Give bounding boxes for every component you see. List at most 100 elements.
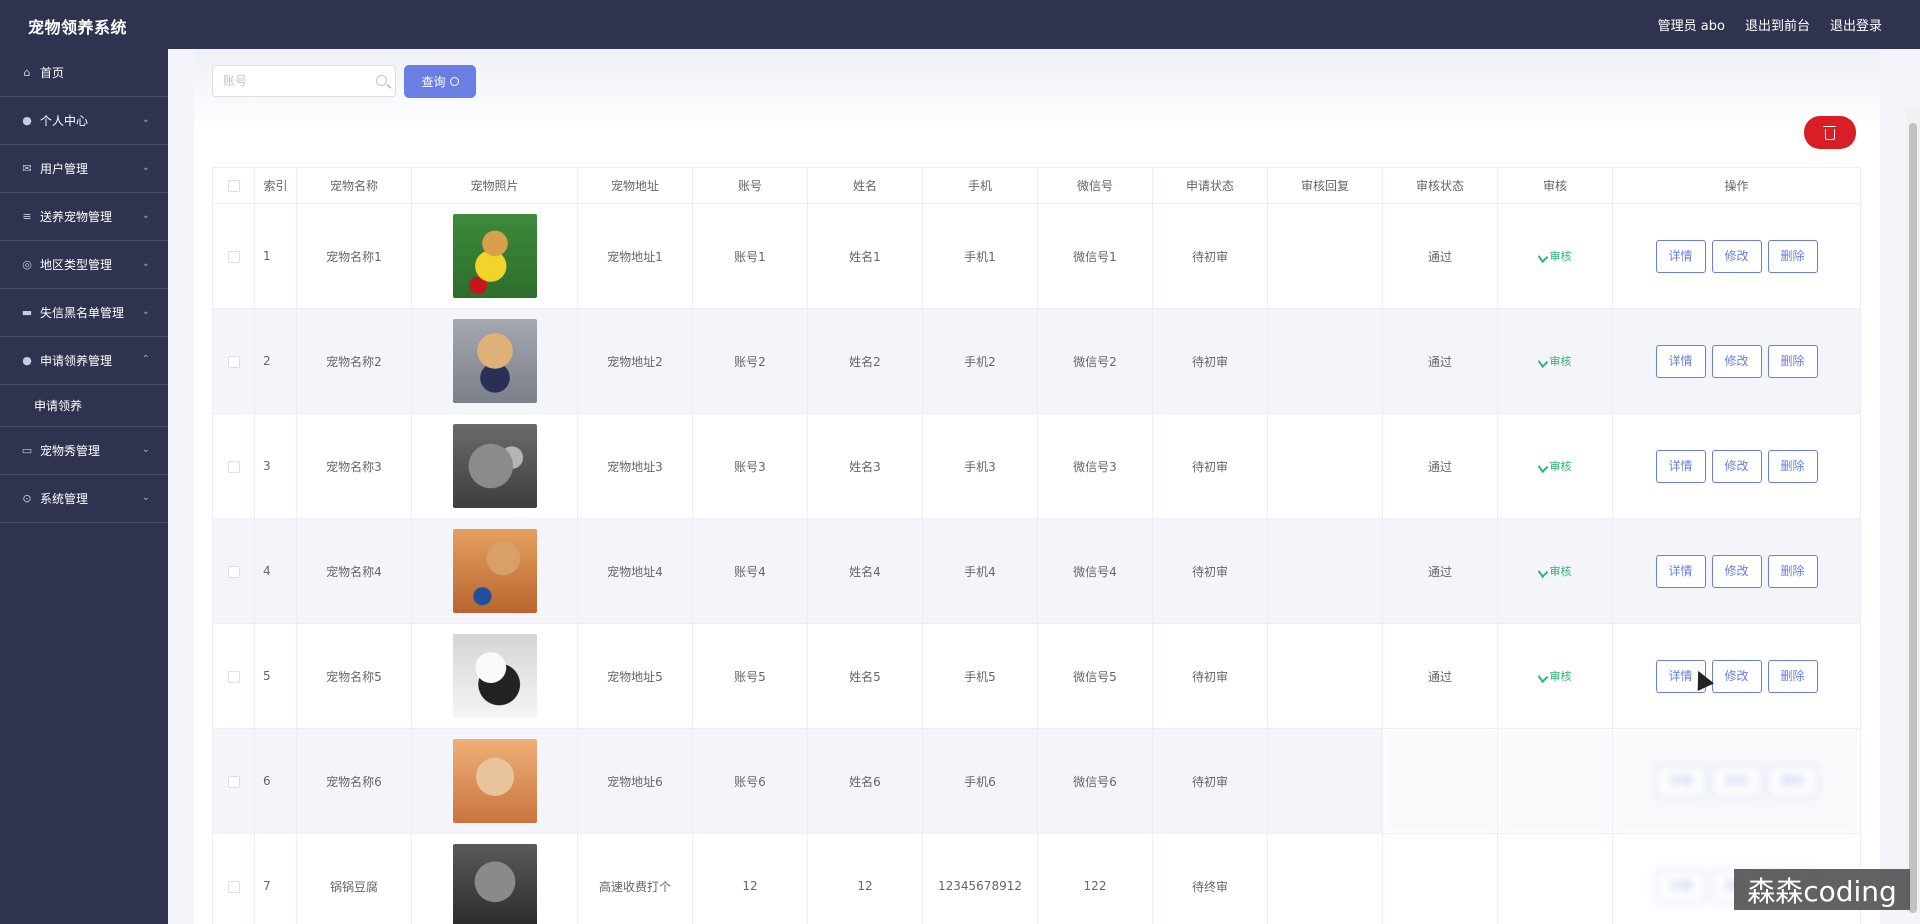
sidebar-item-blacklist[interactable]: ▬ 失信黑名单管理 ⌄ bbox=[0, 289, 168, 337]
delete-button[interactable]: 删除 bbox=[1767, 344, 1818, 378]
sidebar-item-label: 申请领养管理 bbox=[40, 354, 113, 368]
edit-button[interactable]: 修改 bbox=[1711, 239, 1762, 273]
home-icon: ⌂ bbox=[23, 65, 31, 79]
cell-index: 2 bbox=[254, 308, 297, 414]
audit-link[interactable]: 审核 bbox=[1537, 670, 1572, 684]
audit-link[interactable]: 审核 bbox=[1537, 355, 1572, 369]
cell-audit-status: 通过 bbox=[1382, 203, 1498, 309]
sidebar-item-personal[interactable]: ● 个人中心 ⌄ bbox=[0, 97, 168, 145]
detail-button[interactable]: 详情 bbox=[1655, 764, 1706, 798]
cell-pet-name: 宠物名称3 bbox=[296, 413, 412, 519]
row-checkbox[interactable] bbox=[227, 565, 240, 578]
delete-button[interactable]: 删除 bbox=[1767, 554, 1818, 588]
row-checkbox[interactable] bbox=[227, 460, 240, 473]
edit-pen-icon bbox=[1537, 250, 1548, 264]
to-front-link[interactable]: 退出到前台 bbox=[1745, 15, 1810, 34]
delete-button[interactable]: 删除 bbox=[1767, 659, 1818, 693]
table-row: 4 宠物名称4 宠物地址4 账号4 姓名4 手机4 微信号4 待初审 通过 审核 详情 修改 删除 bbox=[212, 518, 1861, 624]
row-checkbox[interactable] bbox=[227, 670, 240, 683]
cell-pet-photo bbox=[411, 413, 578, 519]
audit-link[interactable]: 审核 bbox=[1537, 460, 1572, 474]
cell-pet-photo bbox=[411, 308, 578, 414]
delete-button[interactable]: 删除 bbox=[1767, 764, 1818, 798]
cell-account: 账号4 bbox=[692, 518, 808, 624]
row-checkbox[interactable] bbox=[227, 775, 240, 788]
delete-button[interactable]: 删除 bbox=[1767, 239, 1818, 273]
header-checkbox-cell[interactable] bbox=[212, 167, 255, 204]
column-header: 账号 bbox=[692, 167, 808, 204]
scrollbar-thumb[interactable] bbox=[1909, 123, 1917, 913]
batch-delete-button[interactable] bbox=[1804, 116, 1856, 149]
detail-button[interactable]: 详情 bbox=[1655, 449, 1706, 483]
sidebar-subitem-apply-adoption[interactable]: 申请领养 bbox=[0, 385, 168, 427]
edit-button[interactable]: 修改 bbox=[1711, 449, 1762, 483]
pet-photo bbox=[452, 424, 537, 508]
query-button[interactable]: 查询 bbox=[404, 65, 476, 98]
search-input[interactable] bbox=[213, 66, 363, 96]
cell-apply-status: 待初审 bbox=[1152, 623, 1268, 729]
adoption-table: 索引 宠物名称 宠物照片 宠物地址 账号 姓名 手机 微信号 申请状态 审核回复… bbox=[212, 167, 1861, 924]
row-checkbox-cell[interactable] bbox=[212, 413, 255, 519]
cell-pet-address: 宠物地址5 bbox=[577, 623, 693, 729]
cell-wechat: 微信号6 bbox=[1037, 728, 1153, 834]
cell-audit-status: 通过 bbox=[1382, 308, 1498, 414]
column-header: 宠物地址 bbox=[577, 167, 693, 204]
cell-audit-status: 通过 bbox=[1382, 518, 1498, 624]
detail-button[interactable]: 详情 bbox=[1655, 239, 1706, 273]
cell-phone: 12345678912 bbox=[922, 833, 1038, 924]
search-icon bbox=[376, 75, 387, 86]
row-checkbox-cell[interactable] bbox=[212, 203, 255, 309]
chevron-down-icon: ⌄ bbox=[141, 444, 150, 455]
cell-pet-photo bbox=[411, 623, 578, 729]
sidebar-item-label: 个人中心 bbox=[40, 114, 89, 128]
row-checkbox-cell[interactable] bbox=[212, 728, 255, 834]
row-checkbox[interactable] bbox=[227, 250, 240, 263]
audit-link[interactable]: 审核 bbox=[1537, 250, 1572, 264]
cell-phone: 手机5 bbox=[922, 623, 1038, 729]
row-checkbox[interactable] bbox=[227, 355, 240, 368]
detail-button[interactable]: 详情 bbox=[1655, 554, 1706, 588]
vertical-scrollbar[interactable] bbox=[1906, 109, 1920, 913]
cell-pet-photo bbox=[411, 833, 578, 924]
sidebar-item-regions[interactable]: ◎ 地区类型管理 ⌄ bbox=[0, 241, 168, 289]
column-header: 审核状态 bbox=[1382, 167, 1498, 204]
detail-button[interactable]: 详情 bbox=[1655, 869, 1706, 903]
sidebar-item-users[interactable]: ✉ 用户管理 ⌄ bbox=[0, 145, 168, 193]
sidebar-item-label: 失信黑名单管理 bbox=[40, 306, 125, 320]
cell-account: 账号2 bbox=[692, 308, 808, 414]
cell-actions: 详情修改删除 bbox=[1612, 623, 1861, 729]
sidebar-item-home[interactable]: ⌂ 首页 bbox=[0, 49, 168, 97]
sidebar-item-pet-show[interactable]: ▭ 宠物秀管理 ⌄ bbox=[0, 427, 168, 475]
row-checkbox[interactable] bbox=[227, 880, 240, 893]
audit-link[interactable]: 审核 bbox=[1537, 565, 1572, 579]
row-checkbox-cell[interactable] bbox=[212, 308, 255, 414]
cell-account: 账号1 bbox=[692, 203, 808, 309]
edit-button[interactable]: 修改 bbox=[1711, 659, 1762, 693]
sidebar-item-adoption[interactable]: ● 申请领养管理 ⌃ bbox=[0, 337, 168, 385]
detail-button[interactable]: 详情 bbox=[1655, 344, 1706, 378]
sidebar-item-pets[interactable]: ≡ 送养宠物管理 ⌄ bbox=[0, 193, 168, 241]
chevron-down-icon: ⌄ bbox=[141, 114, 150, 125]
cell-index: 1 bbox=[254, 203, 297, 309]
watermark: 森森coding bbox=[1734, 869, 1910, 910]
sidebar-item-system[interactable]: ⊙ 系统管理 ⌄ bbox=[0, 475, 168, 523]
row-checkbox-cell[interactable] bbox=[212, 518, 255, 624]
select-all-checkbox[interactable] bbox=[227, 180, 240, 192]
cell-actions: 详情修改删除 bbox=[1612, 413, 1861, 519]
pet-photo bbox=[452, 634, 537, 718]
logout-link[interactable]: 退出登录 bbox=[1830, 15, 1882, 34]
delete-button[interactable]: 删除 bbox=[1767, 449, 1818, 483]
chevron-down-icon: ⌄ bbox=[141, 210, 150, 221]
edit-button[interactable]: 修改 bbox=[1711, 554, 1762, 588]
table-row: 3 宠物名称3 宠物地址3 账号3 姓名3 手机3 微信号3 待初审 通过 审核 详情 修改 删除 bbox=[212, 413, 1861, 519]
row-checkbox-cell[interactable] bbox=[212, 833, 255, 924]
row-checkbox-cell[interactable] bbox=[212, 623, 255, 729]
edit-button[interactable]: 修改 bbox=[1711, 764, 1762, 798]
pet-photo bbox=[452, 529, 537, 613]
edit-button[interactable]: 修改 bbox=[1711, 344, 1762, 378]
cell-real-name: 姓名6 bbox=[807, 728, 923, 834]
chevron-up-icon: ⌃ bbox=[141, 354, 150, 365]
cell-audit: 审核 bbox=[1497, 518, 1613, 624]
cell-real-name: 姓名1 bbox=[807, 203, 923, 309]
search-box[interactable] bbox=[212, 65, 396, 97]
